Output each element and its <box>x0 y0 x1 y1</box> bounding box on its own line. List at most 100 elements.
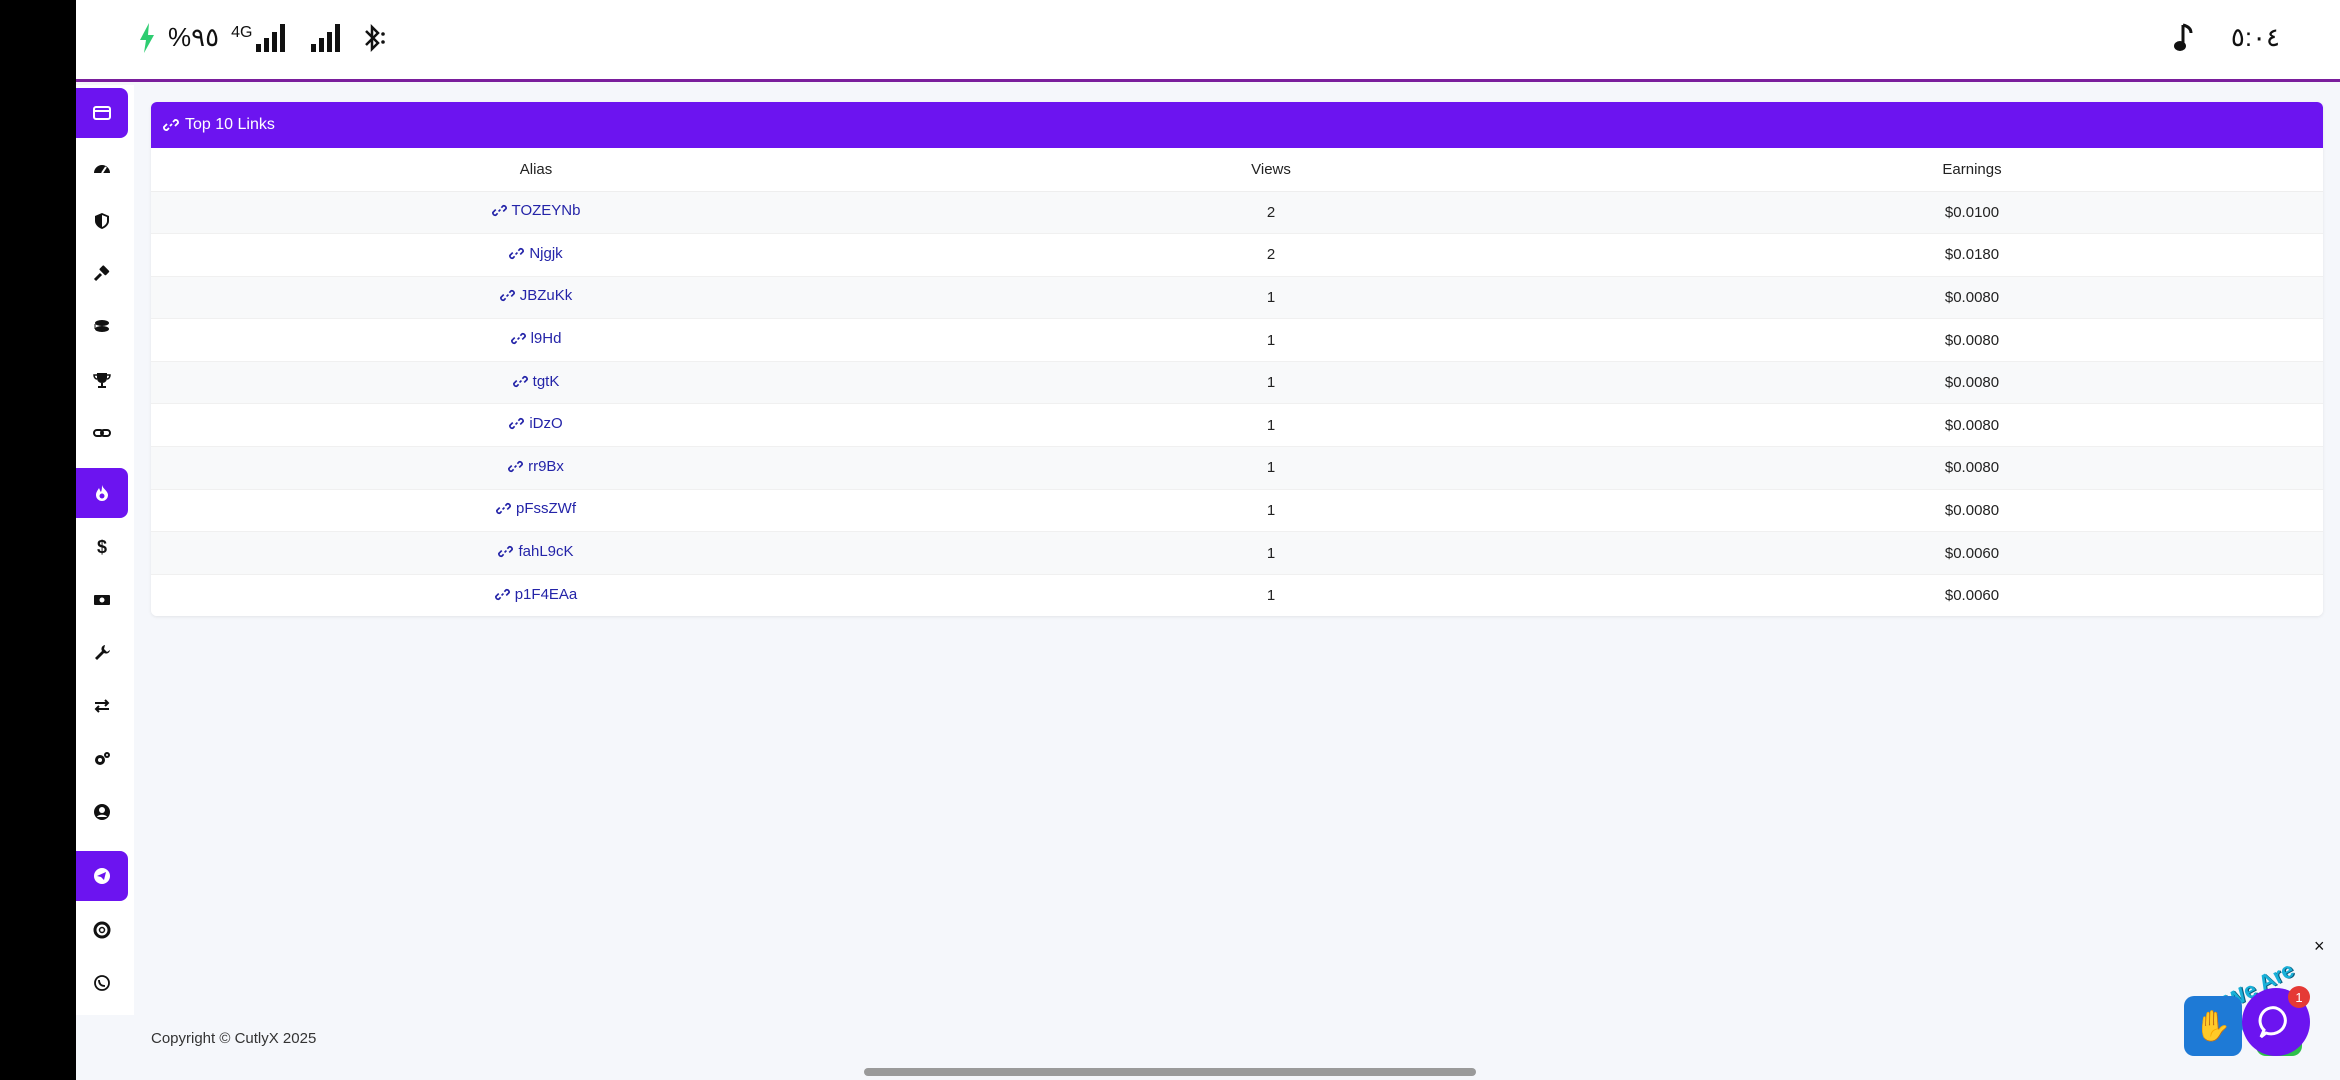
alias-text: fahL9cK <box>518 543 574 561</box>
alias-text: rr9Bx <box>528 457 564 475</box>
alias-link[interactable]: tgtK <box>512 373 559 390</box>
sidebar-item-support[interactable] <box>76 905 128 955</box>
signal-strength-icon <box>256 23 286 52</box>
earnings-cell: $0.0080 <box>1621 318 2323 362</box>
footer <box>134 1012 2340 1074</box>
sidebar: $ <box>76 85 134 1015</box>
sidebar-item-popular[interactable] <box>76 468 128 518</box>
alias-link[interactable]: iDzO <box>509 415 563 433</box>
alias-cell: tgtK <box>151 360 921 404</box>
sidebar-item-transfer[interactable] <box>76 681 128 731</box>
views-cell: 1 <box>921 531 1621 575</box>
sidebar-item-hammer[interactable] <box>76 249 128 299</box>
status-bar: %٩٥ 4G ٥:٠٤ <box>76 0 2340 82</box>
alias-cell: TOZEYNb <box>151 190 921 234</box>
alias-text: iDzO <box>529 415 563 433</box>
chat-sticker-icon: ✋ <box>2184 996 2242 1056</box>
earnings-cell: $0.0080 <box>1621 403 2323 447</box>
table-row: pFssZWf 1 $0.0080 <box>151 488 2323 532</box>
sidebar-item-earnings[interactable]: $ <box>76 522 128 572</box>
sidebar-item-tools[interactable] <box>76 628 128 678</box>
telegram-icon <box>94 868 110 884</box>
link-icon <box>509 247 525 259</box>
sidebar-item-profile[interactable] <box>76 787 128 837</box>
table-header-row: Alias Views Earnings <box>151 148 2323 192</box>
views-cell: 1 <box>921 360 1621 404</box>
earnings-cell: $0.0080 <box>1621 446 2323 490</box>
sidebar-item-whatsapp[interactable] <box>76 958 128 1008</box>
sidebar-item-telegram[interactable] <box>76 851 128 901</box>
alias-text: p1F4EAa <box>514 585 578 603</box>
table-row: l9Hd 1 $0.0080 <box>151 318 2323 362</box>
card-icon <box>93 106 111 120</box>
hammer-icon <box>93 265 110 282</box>
money-icon <box>94 595 110 605</box>
alias-text: pFssZWf <box>516 500 576 518</box>
sidebar-item-coins[interactable] <box>76 302 128 352</box>
table-row: rr9Bx 1 $0.0080 <box>151 446 2323 490</box>
card-header: Top 10 Links <box>151 102 2323 148</box>
chat-close-button[interactable]: × <box>2314 936 2325 957</box>
earnings-cell: $0.0180 <box>1621 233 2323 277</box>
table-row: JBZuKk 1 $0.0080 <box>151 275 2323 319</box>
alias-text: l9Hd <box>530 330 562 348</box>
views-cell: 2 <box>921 190 1621 234</box>
alias-cell: p1F4EAa <box>151 573 921 616</box>
alias-link[interactable]: p1F4EAa <box>494 585 578 603</box>
alias-link[interactable]: Njgjk <box>509 244 563 262</box>
column-header-views: Views <box>921 148 1621 192</box>
coins-icon <box>94 320 109 332</box>
table-row: iDzO 1 $0.0080 <box>151 403 2323 447</box>
chat-unread-badge: 1 <box>2288 986 2310 1008</box>
earnings-cell: $0.0080 <box>1621 360 2323 404</box>
earnings-cell: $0.0080 <box>1621 275 2323 319</box>
dollar-icon: $ <box>96 536 107 557</box>
table-row: fahL9cK 1 $0.0060 <box>151 531 2323 575</box>
alias-link[interactable]: TOZEYNb <box>491 202 581 220</box>
alias-cell: Njgjk <box>151 233 921 277</box>
alias-link[interactable]: JBZuKk <box>499 287 573 305</box>
alias-link[interactable]: fahL9cK <box>498 543 574 561</box>
sidebar-item-links[interactable] <box>76 408 128 458</box>
status-right: ٥:٠٤ <box>2173 22 2280 53</box>
battery-percent: %٩٥ <box>168 22 220 52</box>
link-icon <box>494 588 510 600</box>
views-cell: 1 <box>921 488 1621 532</box>
sidebar-item-card[interactable] <box>76 88 128 138</box>
alias-link[interactable]: l9Hd <box>510 330 562 348</box>
table-row: TOZEYNb 2 $0.0100 <box>151 190 2323 234</box>
alias-text: TOZEYNb <box>511 202 581 220</box>
table-row: tgtK 1 $0.0080 <box>151 360 2323 404</box>
gears-icon <box>95 752 110 765</box>
link-icon <box>496 503 511 515</box>
views-cell: 2 <box>921 233 1621 277</box>
alias-cell: iDzO <box>151 403 921 447</box>
sidebar-item-trophy[interactable] <box>76 355 128 405</box>
link-icon <box>491 205 507 217</box>
views-cell: 1 <box>921 573 1621 616</box>
sidebar-item-settings[interactable] <box>76 734 128 784</box>
sidebar-item-shield[interactable] <box>76 196 128 246</box>
views-cell: 1 <box>921 446 1621 490</box>
link-icon <box>509 418 525 430</box>
app-screen: %٩٥ 4G ٥:٠٤ $ Top 10 Links Alias Views E… <box>76 0 2340 1080</box>
alias-text: Njgjk <box>529 244 563 262</box>
trophy-icon <box>93 373 111 388</box>
alias-link[interactable]: rr9Bx <box>508 458 564 475</box>
alias-link[interactable]: pFssZWf <box>496 500 576 517</box>
shield-icon <box>95 213 109 229</box>
network-type: 4G <box>231 23 286 52</box>
earnings-cell: $0.0060 <box>1621 531 2323 575</box>
top-links-table: Alias Views Earnings TOZEYNb 2 $0.0100 Njgj… <box>151 148 2323 616</box>
sidebar-item-dashboard[interactable] <box>76 143 128 193</box>
signal-strength-icon-2 <box>311 23 341 52</box>
views-cell: 1 <box>921 403 1621 447</box>
user-circle-icon <box>94 804 110 820</box>
link-icon <box>512 375 528 387</box>
sidebar-item-payments[interactable] <box>76 575 128 625</box>
views-cell: 1 <box>921 275 1621 319</box>
horizontal-scrollbar[interactable] <box>864 1068 1476 1076</box>
alias-text: JBZuKk <box>519 287 573 305</box>
earnings-cell: $0.0100 <box>1621 190 2323 234</box>
link-icon <box>93 429 111 437</box>
